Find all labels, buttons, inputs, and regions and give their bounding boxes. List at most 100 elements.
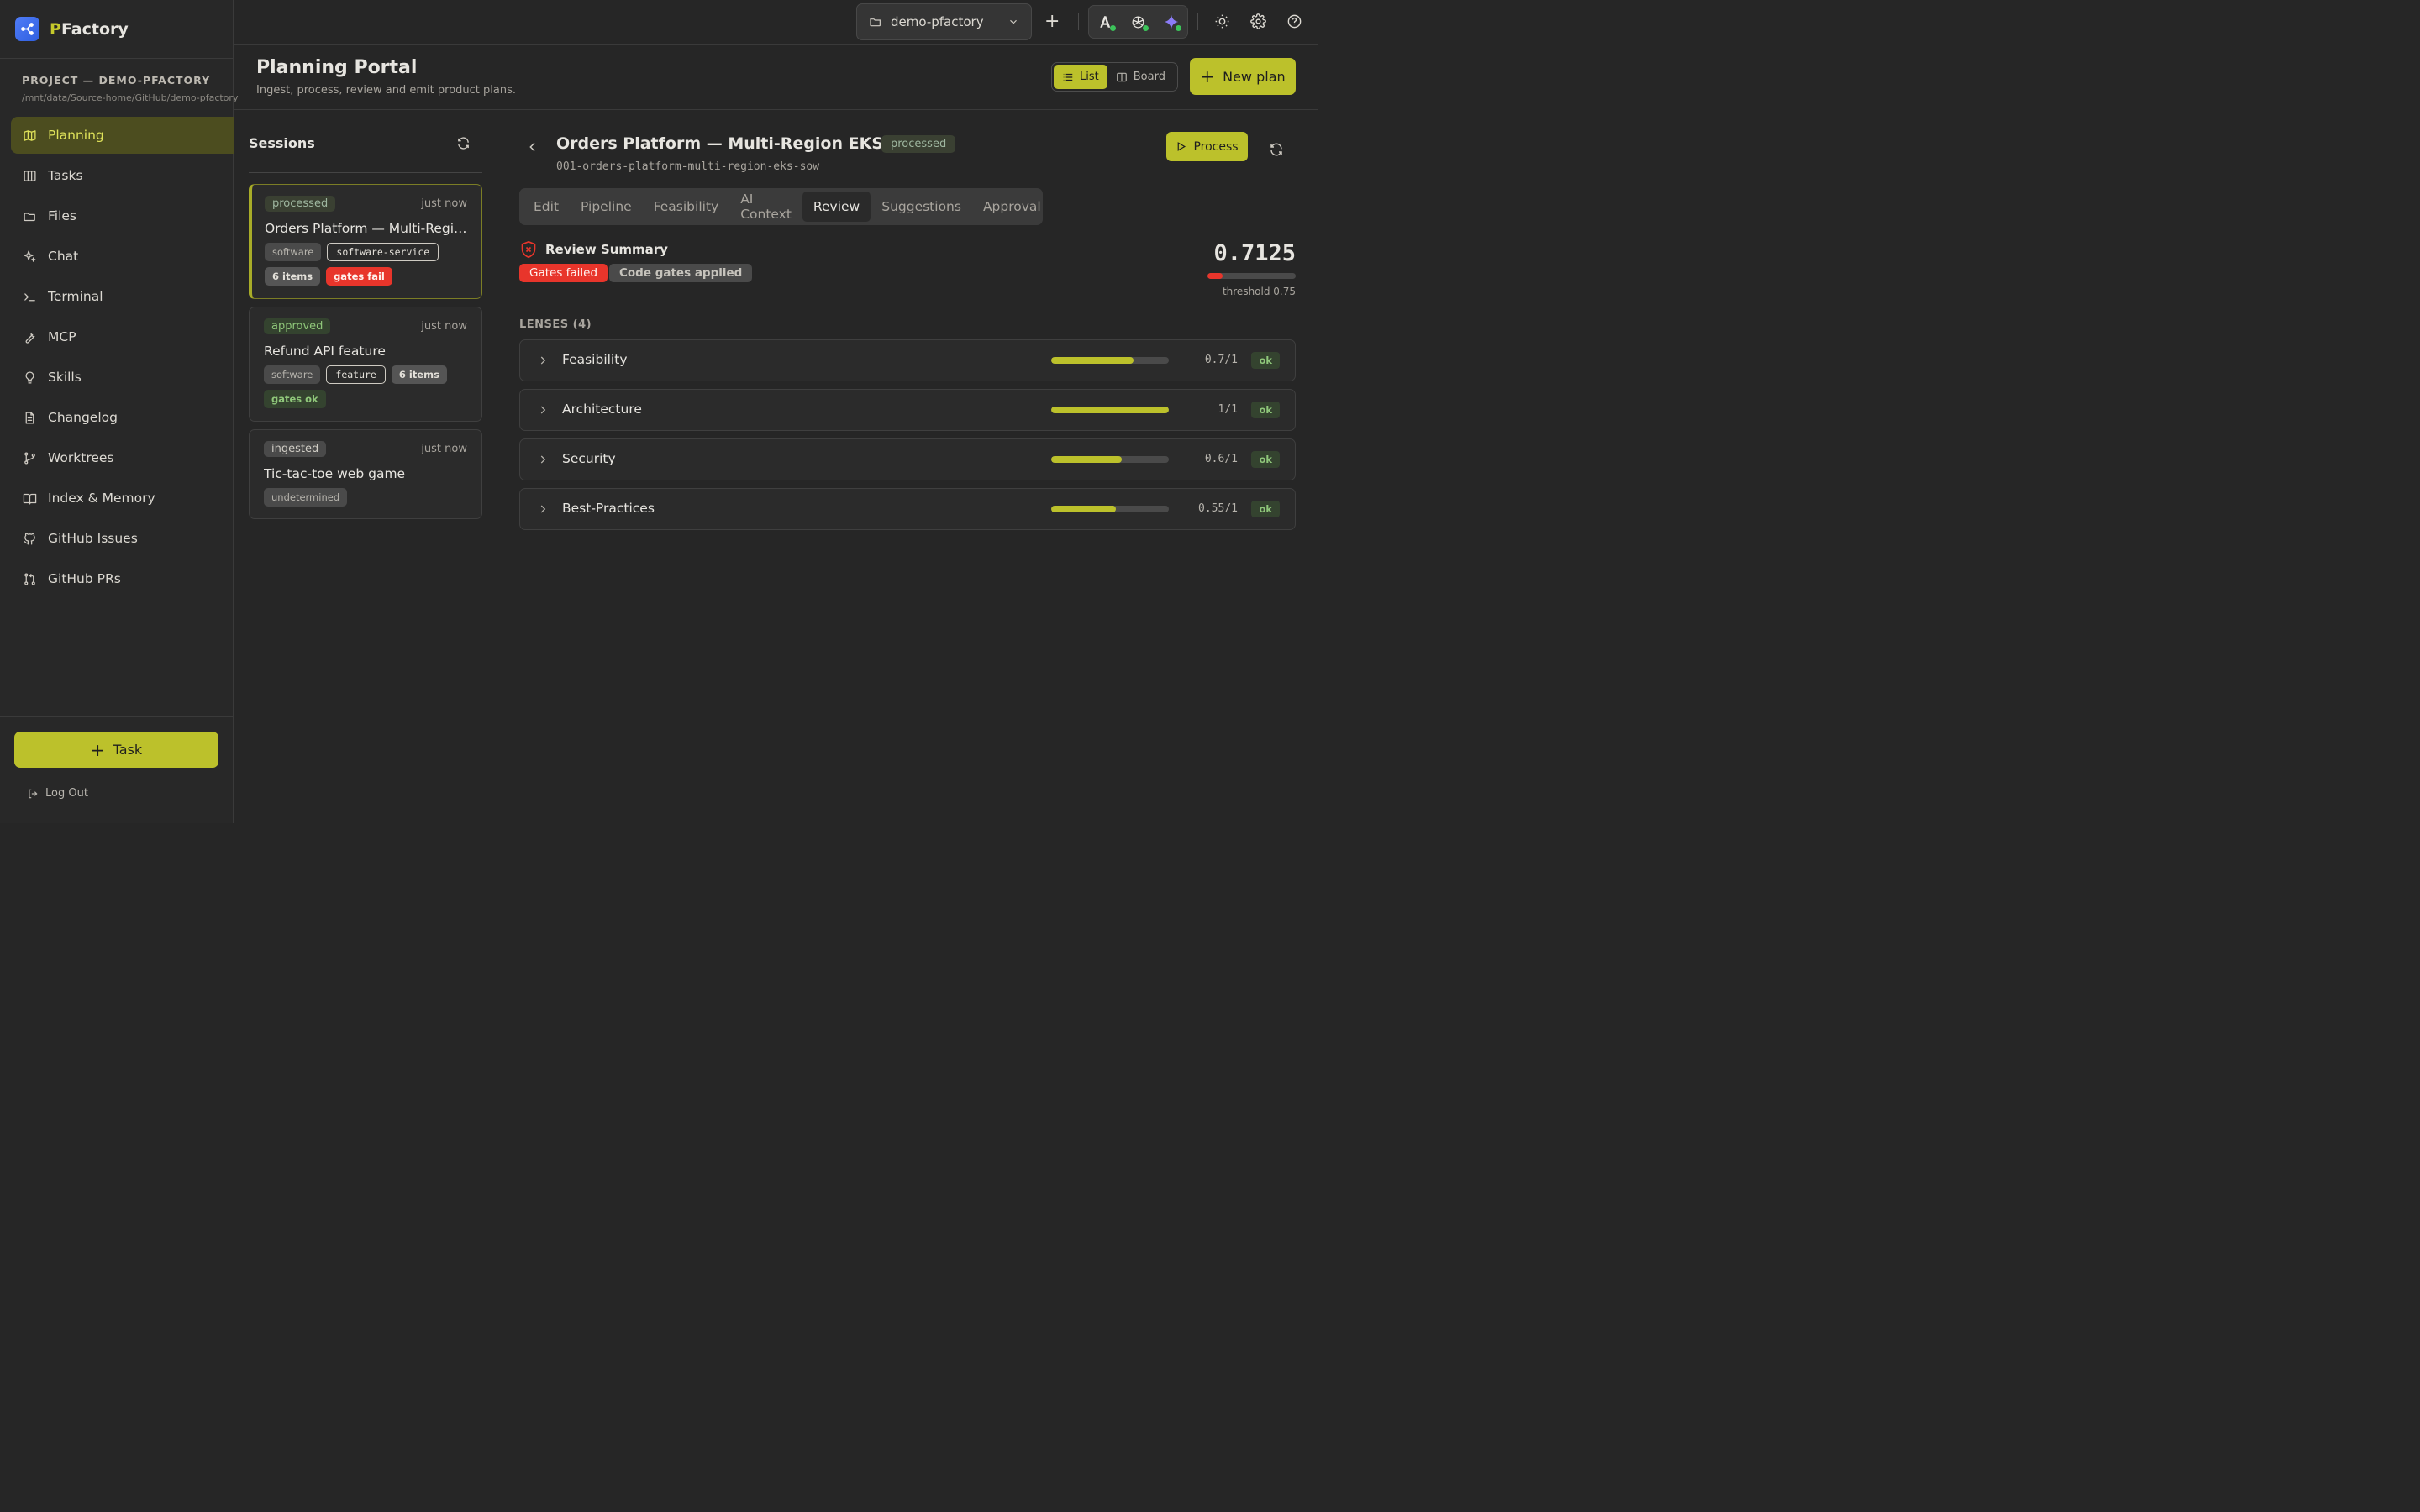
lens-row[interactable]: Feasibility 0.7/1 ok bbox=[519, 339, 1296, 381]
plan-slug: 001-orders-platform-multi-region-eks-sow bbox=[556, 160, 820, 173]
sidebar-item-chat[interactable]: Chat bbox=[11, 238, 234, 275]
settings-gear-icon[interactable] bbox=[1250, 13, 1266, 29]
sidebar-item-terminal[interactable]: Terminal bbox=[11, 278, 234, 315]
git-pull-request-icon bbox=[22, 571, 37, 586]
tab-pipeline[interactable]: Pipeline bbox=[570, 192, 643, 222]
view-toggle: List Board bbox=[1051, 62, 1178, 92]
lens-name: Feasibility bbox=[562, 352, 628, 367]
sidebar-footer: + Task Log Out bbox=[0, 716, 233, 823]
session-card[interactable]: ingested just now Tic-tac-toe web game u… bbox=[249, 429, 482, 519]
project-select[interactable]: demo-pfactory bbox=[856, 3, 1032, 40]
status-badge: ingested bbox=[264, 441, 327, 457]
session-tag: software bbox=[265, 243, 322, 261]
file-text-icon bbox=[22, 410, 37, 425]
sessions-title: Sessions bbox=[249, 135, 315, 151]
sidebar-item-tasks[interactable]: Tasks bbox=[11, 157, 234, 194]
lens-row[interactable]: Security 0.6/1 ok bbox=[519, 438, 1296, 480]
tab-ai-context[interactable]: AI Context bbox=[729, 192, 802, 222]
refresh-icon[interactable] bbox=[456, 136, 471, 150]
project-select-value: demo-pfactory bbox=[891, 14, 984, 29]
lens-row[interactable]: Architecture 1/1 ok bbox=[519, 389, 1296, 431]
folder-open-icon bbox=[870, 18, 881, 27]
sidebar-item-label: Changelog bbox=[48, 410, 118, 425]
tab-edit[interactable]: Edit bbox=[523, 192, 570, 222]
pfactory-logo-icon bbox=[15, 17, 39, 41]
book-icon bbox=[22, 491, 37, 506]
view-board-button[interactable]: Board bbox=[1107, 65, 1174, 89]
lens-name: Architecture bbox=[562, 402, 642, 417]
session-card[interactable]: approved just now Refund API feature sof… bbox=[249, 307, 482, 422]
chevron-right-icon[interactable] bbox=[537, 404, 549, 416]
new-task-button[interactable]: + Task bbox=[14, 732, 218, 768]
sidebar-item-worktrees[interactable]: Worktrees bbox=[11, 439, 234, 476]
sidebar-item-label: GitHub Issues bbox=[48, 531, 138, 546]
chevron-right-icon[interactable] bbox=[537, 354, 549, 366]
sidebar-item-files[interactable]: Files bbox=[11, 197, 234, 234]
lens-score: 0.55/1 bbox=[1198, 502, 1238, 515]
new-plan-button[interactable]: + New plan bbox=[1190, 58, 1296, 95]
view-list-button[interactable]: List bbox=[1054, 65, 1107, 89]
plus-icon: + bbox=[90, 739, 105, 760]
status-badge: approved bbox=[264, 318, 331, 334]
session-title: Refund API feature bbox=[264, 344, 386, 359]
sidebar-item-index-memory[interactable]: Index & Memory bbox=[11, 480, 234, 517]
chevron-right-icon[interactable] bbox=[537, 503, 549, 515]
anthropic-icon[interactable] bbox=[1097, 13, 1116, 31]
chevron-right-icon[interactable] bbox=[537, 454, 549, 465]
session-tag: 6 items bbox=[265, 267, 321, 286]
logout-icon bbox=[29, 789, 38, 798]
threshold-label: threshold 0.75 bbox=[1222, 286, 1296, 297]
sidebar-item-label: GitHub PRs bbox=[48, 571, 121, 586]
sessions-panel: Sessions processed just now Orders Platf… bbox=[234, 110, 497, 823]
sidebar-item-label: Skills bbox=[48, 370, 82, 385]
chevron-left-icon[interactable] bbox=[526, 140, 539, 154]
list-icon bbox=[1063, 73, 1073, 81]
session-tag: software bbox=[264, 365, 321, 384]
help-icon[interactable] bbox=[1286, 13, 1302, 29]
openai-icon[interactable] bbox=[1130, 13, 1149, 31]
brand[interactable]: PFactory bbox=[0, 0, 233, 59]
sidebar-item-skills[interactable]: Skills bbox=[11, 359, 234, 396]
sidebar-item-changelog[interactable]: Changelog bbox=[11, 399, 234, 436]
divider bbox=[249, 172, 482, 173]
sidebar-item-label: Index & Memory bbox=[48, 491, 155, 506]
sidebar-item-label: MCP bbox=[48, 329, 76, 344]
session-time: just now bbox=[421, 320, 467, 333]
tab-review[interactable]: Review bbox=[802, 192, 871, 222]
lens-row[interactable]: Best-Practices 0.55/1 ok bbox=[519, 488, 1296, 530]
gemini-icon[interactable] bbox=[1163, 13, 1181, 31]
lenses-label: LENSES (4) bbox=[519, 318, 592, 331]
lens-status-badge: ok bbox=[1251, 501, 1280, 517]
sidebar-item-label: Chat bbox=[48, 249, 79, 264]
plan-status-badge: processed bbox=[881, 135, 956, 153]
sidebar-item-github-prs[interactable]: GitHub PRs bbox=[11, 560, 234, 597]
score-progress-bar bbox=[1207, 273, 1296, 279]
session-tags: software feature 6 items gates ok bbox=[264, 365, 467, 408]
page-title: Planning Portal bbox=[256, 57, 418, 78]
sidebar-nav: Planning Tasks Files Chat Terminal MCP Skills C… bbox=[0, 117, 234, 597]
refresh-icon[interactable] bbox=[1269, 142, 1284, 157]
logout-link[interactable]: Log Out bbox=[27, 787, 88, 800]
plan-title: Orders Platform — Multi-Region EKS SOW bbox=[556, 134, 932, 153]
plan-tabs: Edit Pipeline Feasibility AI Context Review S… bbox=[519, 188, 1043, 225]
sidebar-item-github-issues[interactable]: GitHub Issues bbox=[11, 520, 234, 557]
session-tag: 6 items bbox=[391, 365, 447, 384]
sidebar-item-mcp[interactable]: MCP bbox=[11, 318, 234, 355]
git-branch-icon bbox=[22, 450, 37, 465]
session-card[interactable]: processed just now Orders Platform — Mul… bbox=[249, 184, 482, 299]
sidebar-item-planning[interactable]: Planning bbox=[11, 117, 234, 154]
shield-x-icon bbox=[521, 240, 536, 259]
lens-name: Best-Practices bbox=[562, 501, 655, 516]
sidebar: PFactory PROJECT — DEMO-PFACTORY /mnt/da… bbox=[0, 0, 239, 823]
process-button[interactable]: Process bbox=[1166, 132, 1248, 161]
theme-toggle-sun-icon[interactable] bbox=[1214, 13, 1230, 29]
tab-feasibility[interactable]: Feasibility bbox=[643, 192, 730, 222]
project-path: /mnt/data/Source-home/GitHub/demo-pfacto… bbox=[22, 92, 239, 103]
lens-score: 0.6/1 bbox=[1204, 453, 1238, 465]
tab-approval[interactable]: Approval bbox=[972, 192, 1052, 222]
page-subtitle: Ingest, process, review and emit product… bbox=[256, 84, 517, 97]
tab-suggestions[interactable]: Suggestions bbox=[871, 192, 972, 222]
add-project-button[interactable]: + bbox=[1044, 12, 1060, 32]
plus-icon: + bbox=[1200, 66, 1215, 87]
terminal-icon bbox=[22, 289, 37, 304]
